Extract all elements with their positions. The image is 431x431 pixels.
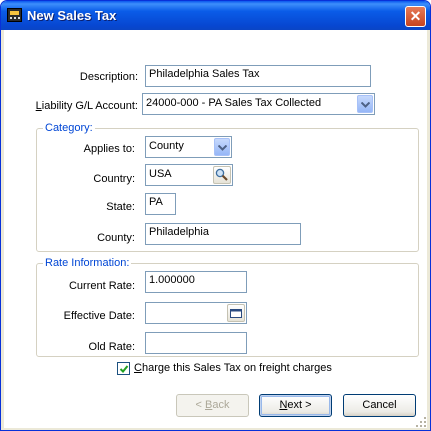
- title-bar[interactable]: New Sales Tax ✕: [1, 1, 430, 30]
- pos-terminal-icon: [7, 8, 22, 22]
- state-field[interactable]: PA: [145, 193, 176, 215]
- county-label: County:: [97, 232, 135, 244]
- liability-account-value: 24000-000 - PA Sales Tax Collected: [146, 97, 322, 109]
- country-label: Country:: [93, 173, 135, 185]
- dialog-body: Description: Philadelphia Sales Tax Liab…: [4, 30, 427, 428]
- chevron-down-icon[interactable]: [357, 95, 373, 113]
- applies-to-label: Applies to:: [83, 143, 135, 155]
- old-rate-field[interactable]: [145, 332, 247, 354]
- freight-mnemonic: C: [134, 362, 142, 374]
- back-prefix: <: [195, 399, 205, 411]
- cancel-button[interactable]: Cancel: [343, 394, 416, 417]
- current-rate-label: Current Rate:: [68, 280, 135, 292]
- freight-charge-checkbox[interactable]: [117, 362, 130, 375]
- old-rate-label: Old Rate:: [88, 341, 135, 353]
- country-value: USA: [149, 168, 172, 180]
- liability-account-select[interactable]: 24000-000 - PA Sales Tax Collected: [142, 93, 375, 115]
- liability-label-rest: iability G/L Account:: [41, 100, 138, 112]
- current-rate-field[interactable]: 1.000000: [145, 271, 247, 293]
- close-button[interactable]: ✕: [405, 6, 426, 27]
- window-title: New Sales Tax: [27, 8, 117, 23]
- state-label: State:: [106, 201, 135, 213]
- back-rest: ack: [212, 399, 230, 411]
- category-legend: Category:: [43, 122, 95, 134]
- next-button[interactable]: Next >: [259, 394, 332, 417]
- effective-date-field[interactable]: [145, 302, 247, 324]
- next-rest: ext >: [287, 399, 312, 411]
- magnifier-icon[interactable]: [213, 166, 231, 184]
- liability-account-label: Liability G/L Account:: [36, 100, 138, 112]
- description-field[interactable]: Philadelphia Sales Tax: [145, 65, 371, 87]
- resize-grip-icon[interactable]: [415, 416, 427, 428]
- country-field[interactable]: USA: [145, 164, 233, 186]
- county-field[interactable]: Philadelphia: [145, 223, 301, 245]
- back-button[interactable]: < Back: [176, 394, 249, 417]
- freight-charge-label: Charge this Sales Tax on freight charges: [134, 362, 332, 374]
- applies-to-value: County: [149, 140, 184, 152]
- rate-information-legend: Rate Information:: [43, 257, 132, 269]
- freight-label-rest: harge this Sales Tax on freight charges: [141, 362, 332, 374]
- description-label: Description:: [79, 71, 138, 83]
- applies-to-select[interactable]: County: [145, 136, 232, 158]
- calendar-icon[interactable]: [227, 304, 245, 322]
- effective-date-label: Effective Date:: [63, 310, 135, 322]
- chevron-down-icon[interactable]: [214, 138, 230, 156]
- checkmark-icon: [119, 365, 129, 373]
- new-sales-tax-dialog: New Sales Tax ✕ Description: Philadelphi…: [0, 0, 431, 431]
